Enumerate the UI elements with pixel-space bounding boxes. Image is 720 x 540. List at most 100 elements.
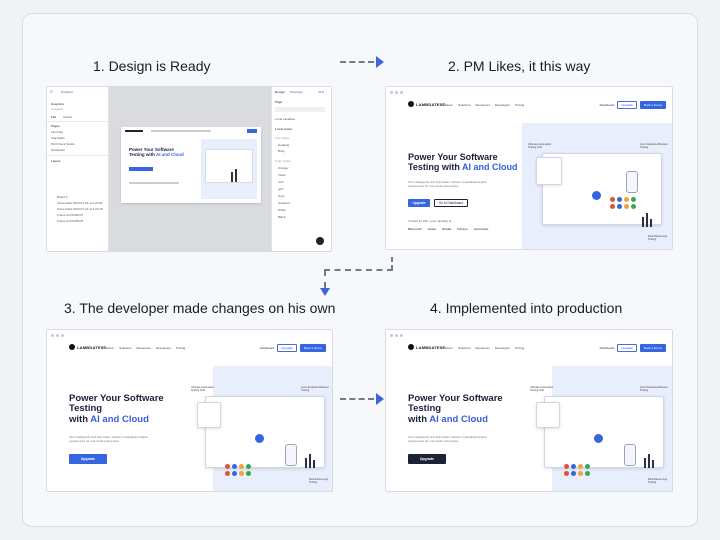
nav-pricing[interactable]: Pricing: [176, 346, 185, 350]
local-styles: Local styles: [275, 127, 293, 131]
browser-card: [536, 402, 560, 428]
tag-automation: Ultimate Automation Testing Grid: [528, 143, 552, 150]
tag-live-testing: Live Interactive Browser Testing: [640, 386, 668, 393]
layer-item[interactable]: Screenshot 2023-07-19 at 4.23.15: [57, 207, 103, 211]
canvas-frame-preview[interactable]: Power Your Software Testing with AI and C…: [121, 127, 261, 203]
nav-developers[interactable]: Developers: [156, 346, 171, 350]
production-screenshot: LAMBDATEST Platform Solutions Resources …: [385, 329, 673, 492]
upgrade-button[interactable]: Upgrade: [277, 344, 297, 352]
file-name: Graphics: [61, 90, 74, 94]
arrow-3-to-4: [340, 398, 374, 400]
menu-icon: ☰: [50, 90, 53, 94]
dashboard-illustration: [544, 396, 664, 468]
color-style[interactable]: Graphics: [278, 201, 290, 205]
dashboard-link[interactable]: Dashboard: [600, 346, 615, 350]
color-style[interactable]: Black: [278, 215, 285, 219]
tag-live-testing: Live Interactive Browser Testing: [301, 386, 329, 393]
arrow-2-to-3-seg3: [324, 270, 326, 288]
editor-canvas[interactable]: Power Your Software Testing with AI and C…: [109, 87, 271, 251]
tab-assets[interactable]: Assets: [63, 115, 72, 119]
play-icon: [594, 434, 603, 443]
nav-solutions[interactable]: Solutions: [458, 346, 470, 350]
hero-title: Power Your Software Testing with AI and Cl…: [69, 393, 164, 425]
book-demo-button[interactable]: Book a Demo: [639, 344, 666, 352]
text-styles-label: Text styles: [275, 136, 290, 140]
page-item[interactable]: Pitch Deck Studio: [51, 142, 75, 146]
page-item[interactable]: Standards: [51, 136, 65, 140]
tab-prototype[interactable]: Prototype: [290, 90, 303, 94]
pm-version-screenshot: LAMBDATEST Platform Solutions Resources …: [385, 86, 673, 250]
arrow-head-right-icon: [376, 393, 384, 405]
arrow-2-to-3-seg2: [324, 269, 393, 271]
color-style[interactable]: gGT: [278, 187, 284, 191]
properties-panel: Design Prototype 47% Page Local variable…: [271, 87, 331, 251]
nav-solutions[interactable]: Solutions: [458, 103, 470, 107]
color-style[interactable]: Orange: [278, 166, 288, 170]
layer-item[interactable]: Screenshot 2023-07-19 at 4.23.01: [57, 201, 103, 205]
tag-real-device: Real Device App Testing: [309, 478, 329, 485]
play-icon: [592, 191, 601, 200]
book-demo-button[interactable]: Book a Demo: [639, 101, 666, 109]
color-style[interactable]: Gray: [278, 194, 285, 198]
hero-subtitle: Test intelligently and ship faster. Deli…: [408, 180, 487, 188]
zoom-level[interactable]: 47%: [318, 90, 324, 94]
nav-resources[interactable]: Resources: [137, 346, 151, 350]
upgrade-button[interactable]: Upgrade: [617, 101, 637, 109]
local-variables[interactable]: Local variables: [275, 117, 295, 121]
help-icon[interactable]: [316, 237, 324, 245]
tab-design[interactable]: Design: [275, 90, 285, 94]
nav-pricing[interactable]: Pricing: [515, 103, 524, 107]
color-style[interactable]: nGT: [278, 180, 284, 184]
arrow-1-to-2: [340, 61, 374, 63]
browser-card: [197, 402, 221, 428]
nav-platform[interactable]: Platform: [103, 346, 114, 350]
dashboard-link[interactable]: Dashboard: [600, 103, 615, 107]
nav-developers[interactable]: Developers: [495, 346, 510, 350]
nav-platform[interactable]: Platform: [442, 346, 453, 350]
arrow-head-down-icon: [320, 288, 330, 296]
tab-file[interactable]: File: [51, 115, 56, 119]
upgrade-cta[interactable]: Upgrade: [408, 454, 446, 464]
color-style[interactable]: White: [278, 208, 286, 212]
customer-logos: Microsoft vimeo Nvidia Infosys Accenture: [408, 227, 489, 231]
brand-logo: LAMBDATEST: [408, 344, 445, 350]
step-4-title: 4. Implemented into production: [430, 300, 623, 316]
developer-version-screenshot: LAMBDATEST Platform Solutions Resources …: [46, 329, 333, 492]
nav-actions: Dashboard Upgrade Book a Demo: [600, 101, 666, 109]
tag-automation: Ultimate Automation Testing Grid: [191, 386, 215, 393]
hero-subtitle: Test intelligently and ship faster. Deli…: [69, 435, 148, 443]
layer-item[interactable]: Board 2: [57, 195, 68, 199]
upgrade-button[interactable]: Upgrade: [617, 344, 637, 352]
file-title: Graphics: [51, 102, 65, 106]
brand-logo: LAMBDATEST: [408, 101, 445, 107]
page-label: Page: [275, 100, 283, 104]
upgrade-cta[interactable]: Upgrade: [69, 454, 107, 464]
browser-icons: [564, 464, 590, 476]
page-item[interactable]: Land Sig: [51, 130, 63, 134]
step-2-title: 2. PM Likes, it this way: [448, 58, 591, 74]
arrow-head-right-icon: [376, 56, 384, 68]
hero-subtitle: Test intelligently and ship faster. Deli…: [408, 435, 487, 443]
nav-developers[interactable]: Developers: [495, 103, 510, 107]
board: 1. Design is Ready 2. PM Likes, it this …: [22, 13, 698, 527]
nav-resources[interactable]: Resources: [476, 103, 490, 107]
book-demo-button[interactable]: Book a Demo: [299, 344, 326, 352]
nav-pricing[interactable]: Pricing: [515, 346, 524, 350]
text-style[interactable]: Heading: [278, 143, 289, 147]
tag-live-testing: Live Interactive Browser Testing: [640, 143, 668, 150]
nav-resources[interactable]: Resources: [476, 346, 490, 350]
layer-item[interactable]: Frame 2147225237: [57, 213, 83, 217]
nav-solutions[interactable]: Solutions: [119, 346, 131, 350]
upgrade-cta[interactable]: Upgrade: [408, 199, 430, 207]
layers-sidebar: ☰ Graphics Graphics Unsaved File Assets …: [47, 87, 109, 251]
dashboard-link[interactable]: Dashboard: [260, 346, 275, 350]
tag-automation: Ultimate Automation Testing Grid: [530, 386, 554, 393]
step-3-title: 3. The developer made changes on his own: [64, 300, 336, 316]
dashboard-cta[interactable]: Go to Dashboard: [434, 199, 468, 207]
layer-item[interactable]: Frame 2147225278: [57, 219, 83, 223]
nav-platform[interactable]: Platform: [442, 103, 453, 107]
page-item[interactable]: Newsletter: [51, 148, 65, 152]
color-style[interactable]: Violet: [278, 173, 285, 177]
text-style[interactable]: Body: [278, 149, 285, 153]
canvas-hero-title: Power Your Software Testing with AI and C…: [129, 147, 184, 158]
